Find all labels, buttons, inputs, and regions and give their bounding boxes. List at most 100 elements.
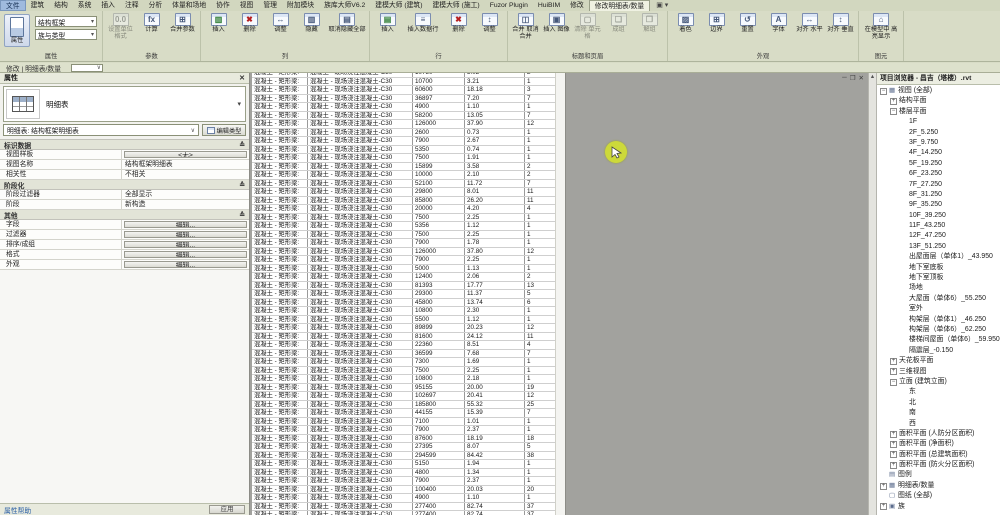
- tree-item-6F_23.250[interactable]: 6F_23.250: [877, 169, 1000, 179]
- expand-icon[interactable]: +: [880, 503, 887, 510]
- tab-协作[interactable]: 协作: [211, 0, 235, 11]
- tab-HuiBIM[interactable]: HuiBIM: [533, 0, 565, 11]
- tree-item-13F_51.250[interactable]: 13F_51.250: [877, 242, 1000, 252]
- table-row[interactable]: 混凝土 - 矩形梁:混凝土 - 现场浇注混凝土-C3010040020.0320: [252, 486, 555, 495]
- tree-item-5F_19.250[interactable]: 5F_19.250: [877, 159, 1000, 169]
- table-row[interactable]: 混凝土 - 矩形梁:混凝土 - 现场浇注混凝土-C3079002.671: [252, 137, 555, 146]
- table-row[interactable]: 混凝土 - 矩形梁:混凝土 - 现场浇注混凝土-C3075002.251: [252, 367, 555, 376]
- tree-item-图例[interactable]: ▤图例: [877, 470, 1000, 480]
- expand-icon[interactable]: +: [880, 483, 887, 490]
- tab-体量和场地[interactable]: 体量和场地: [167, 0, 211, 11]
- table-row[interactable]: 混凝土 - 矩形梁:混凝土 - 现场浇注混凝土-C308580026.2011: [252, 197, 555, 206]
- collapse-icon[interactable]: −: [890, 379, 897, 386]
- tree-item-立面 (建筑立面)[interactable]: −立面 (建筑立面): [877, 377, 1000, 387]
- button-对齐垂直[interactable]: ↕对齐 垂直: [826, 13, 855, 34]
- tree-item-面积平面 (净面积)[interactable]: +面积平面 (净面积): [877, 439, 1000, 449]
- tab-结构[interactable]: 结构: [49, 0, 73, 11]
- button-字体[interactable]: A字体: [764, 13, 793, 34]
- tab-修改[interactable]: 修改: [565, 0, 589, 11]
- tree-item-12F_47.250[interactable]: 12F_47.250: [877, 231, 1000, 241]
- family-type-combo[interactable]: 族与类型▾: [35, 29, 97, 40]
- table-row[interactable]: 混凝土 - 矩形梁:混凝土 - 现场浇注混凝土-C3075002.251: [252, 214, 555, 223]
- button-对齐水平[interactable]: ↔对齐 水平: [795, 13, 824, 34]
- properties-help-link[interactable]: 属性帮助: [4, 505, 31, 515]
- tree-item-大屋面（单体6）_55.250[interactable]: 大屋面（单体6）_55.250: [877, 294, 1000, 304]
- button-删除[interactable]: ✖删除: [444, 13, 473, 34]
- tree-item-西[interactable]: 西: [877, 419, 1000, 429]
- table-row[interactable]: 混凝土 - 矩形梁:混凝土 - 现场浇注混凝土-C3075001.911: [252, 154, 555, 163]
- tree-item-面积平面 (防火分区面积)[interactable]: +面积平面 (防火分区面积): [877, 460, 1000, 470]
- edit-type-button[interactable]: 编辑类型: [202, 124, 246, 136]
- button-插入图像[interactable]: ▣插入 图像: [542, 13, 571, 34]
- table-row[interactable]: 混凝土 - 矩形梁:混凝土 - 现场浇注混凝土-C3073001.691: [252, 358, 555, 367]
- table-row[interactable]: 混凝土 - 矩形梁:混凝土 - 现场浇注混凝土-C3079002.371: [252, 477, 555, 486]
- table-row[interactable]: 混凝土 - 矩形梁:混凝土 - 现场浇注混凝土-C3012600037.9012: [252, 120, 555, 129]
- ribbon-display-toggle-icon[interactable]: ▣ ▾: [656, 1, 668, 11]
- tree-item-东[interactable]: 东: [877, 387, 1000, 397]
- tree-item-图纸 (全部)[interactable]: ▢图纸 (全部): [877, 491, 1000, 501]
- table-row[interactable]: 混凝土 - 矩形梁:混凝土 - 现场浇注混凝土-C305820013.057: [252, 112, 555, 121]
- table-row[interactable]: 混凝土 - 矩形梁:混凝土 - 现场浇注混凝土-C30273958.075: [252, 443, 555, 452]
- table-row[interactable]: 混凝土 - 矩形梁:混凝土 - 现场浇注混凝土-C30158993.582: [252, 163, 555, 172]
- tree-item-11F_43.250[interactable]: 11F_43.250: [877, 221, 1000, 231]
- button-调整[interactable]: ↔调整: [266, 13, 295, 34]
- expand-icon[interactable]: +: [890, 358, 897, 365]
- button-删除[interactable]: ✖删除: [235, 13, 264, 34]
- table-row[interactable]: 混凝土 - 矩形梁:混凝土 - 现场浇注混凝土-C3049001.101: [252, 494, 555, 503]
- property-value-相关性[interactable]: 不相关: [122, 170, 249, 179]
- table-row[interactable]: 混凝土 - 矩形梁:混凝土 - 现场浇注混凝土-C3051501.941: [252, 460, 555, 469]
- tree-item-南[interactable]: 南: [877, 408, 1000, 418]
- table-row[interactable]: 混凝土 - 矩形梁:混凝土 - 现场浇注混凝土-C30368977.207: [252, 95, 555, 104]
- table-row[interactable]: 混凝土 - 矩形梁:混凝土 - 现场浇注混凝土-C30108002.181: [252, 375, 555, 384]
- table-row[interactable]: 混凝土 - 矩形梁:混凝土 - 现场浇注混凝土-C3075002.251: [252, 231, 555, 240]
- table-row[interactable]: 混凝土 - 矩形梁:混凝土 - 现场浇注混凝土-C30298008.0111: [252, 188, 555, 197]
- property-group-header-阶段化[interactable]: 阶段化≙: [0, 180, 249, 190]
- tab-插入[interactable]: 插入: [96, 0, 120, 11]
- button-调整[interactable]: ↕调整: [475, 13, 504, 34]
- tab-建筑[interactable]: 建筑: [26, 0, 50, 11]
- tree-item-4F_14.250[interactable]: 4F_14.250: [877, 148, 1000, 158]
- tree-item-地下室底板[interactable]: 地下室底板: [877, 263, 1000, 273]
- property-value-字段[interactable]: 编辑...: [124, 221, 247, 228]
- table-row[interactable]: 混凝土 - 矩形梁:混凝土 - 现场浇注混凝土-C30124002.062: [252, 273, 555, 282]
- table-row[interactable]: 混凝土 - 矩形梁:混凝土 - 现场浇注混凝土-C308139317.7713: [252, 282, 555, 291]
- type-selector[interactable]: 明细表 ▾: [3, 86, 246, 122]
- table-row[interactable]: 混凝土 - 矩形梁:混凝土 - 现场浇注混凝土-C306060018.183: [252, 86, 555, 95]
- table-row[interactable]: 混凝土 - 矩形梁:混凝土 - 现场浇注混凝土-C3079002.371: [252, 426, 555, 435]
- tree-item-三维视图[interactable]: +三维视图: [877, 367, 1000, 377]
- structural-framing-combo[interactable]: 结构框架▾: [35, 16, 97, 27]
- table-row[interactable]: 混凝土 - 矩形梁:混凝土 - 现场浇注混凝土-C3018580055.3225: [252, 401, 555, 410]
- tree-item-3F_9.750[interactable]: 3F_9.750: [877, 138, 1000, 148]
- button-插入[interactable]: ▤插入: [373, 13, 402, 34]
- tree-item-9F_35.250[interactable]: 9F_35.250: [877, 200, 1000, 210]
- minimize-icon[interactable]: ─: [842, 74, 847, 82]
- table-row[interactable]: 混凝土 - 矩形梁:混凝土 - 现场浇注混凝土-C3027740082.7437: [252, 511, 555, 515]
- expand-icon[interactable]: +: [890, 431, 897, 438]
- tab-族库大师V6.2[interactable]: 族库大师V6.2: [319, 0, 370, 11]
- table-row[interactable]: 混凝土 - 矩形梁:混凝土 - 现场浇注混凝土-C3055001.121: [252, 316, 555, 325]
- property-value-阶段[interactable]: 新构造: [122, 200, 249, 209]
- tree-item-视图 (全部)[interactable]: −▦视图 (全部): [877, 86, 1000, 96]
- tree-item-族[interactable]: +▣族: [877, 502, 1000, 512]
- expand-icon[interactable]: +: [890, 462, 897, 469]
- property-value-过滤器[interactable]: 编辑...: [124, 231, 247, 238]
- table-row[interactable]: 混凝土 - 矩形梁:混凝土 - 现场浇注混凝土-C308160024.1211: [252, 333, 555, 342]
- button-在模型中高亮显示[interactable]: ⌂在模型中 高亮显示: [862, 13, 900, 41]
- tree-item-7F_27.250[interactable]: 7F_27.250: [877, 180, 1000, 190]
- scroll-up-icon[interactable]: ▲: [869, 73, 876, 81]
- table-row[interactable]: 混凝土 - 矩形梁:混凝土 - 现场浇注混凝土-C3010269720.4112: [252, 392, 555, 401]
- tree-item-1F[interactable]: 1F: [877, 117, 1000, 127]
- table-row[interactable]: 混凝土 - 矩形梁:混凝土 - 现场浇注混凝土-C3071001.011: [252, 418, 555, 427]
- expand-icon[interactable]: +: [890, 451, 897, 458]
- button-取消隐藏全部[interactable]: ▤取消隐藏全部: [328, 13, 366, 34]
- tree-item-楼层平面[interactable]: −楼层平面: [877, 107, 1000, 117]
- tree-item-面积平面 (总建筑面积)[interactable]: +面积平面 (总建筑面积): [877, 450, 1000, 460]
- button-插入[interactable]: ▥插入: [204, 13, 233, 34]
- property-value-视图样板[interactable]: <无>: [124, 151, 247, 158]
- collapse-icon[interactable]: −: [890, 108, 897, 115]
- options-dropdown[interactable]: ∨: [71, 64, 103, 72]
- table-row[interactable]: 混凝土 - 矩形梁:混凝土 - 现场浇注混凝土-C30107003.211: [252, 78, 555, 87]
- table-row[interactable]: 混凝土 - 矩形梁:混凝土 - 现场浇注混凝土-C3053561.121: [252, 222, 555, 231]
- table-row[interactable]: 混凝土 - 矩形梁:混凝土 - 现场浇注混凝土-C3079002.251: [252, 256, 555, 265]
- close-icon[interactable]: ✕: [859, 74, 864, 82]
